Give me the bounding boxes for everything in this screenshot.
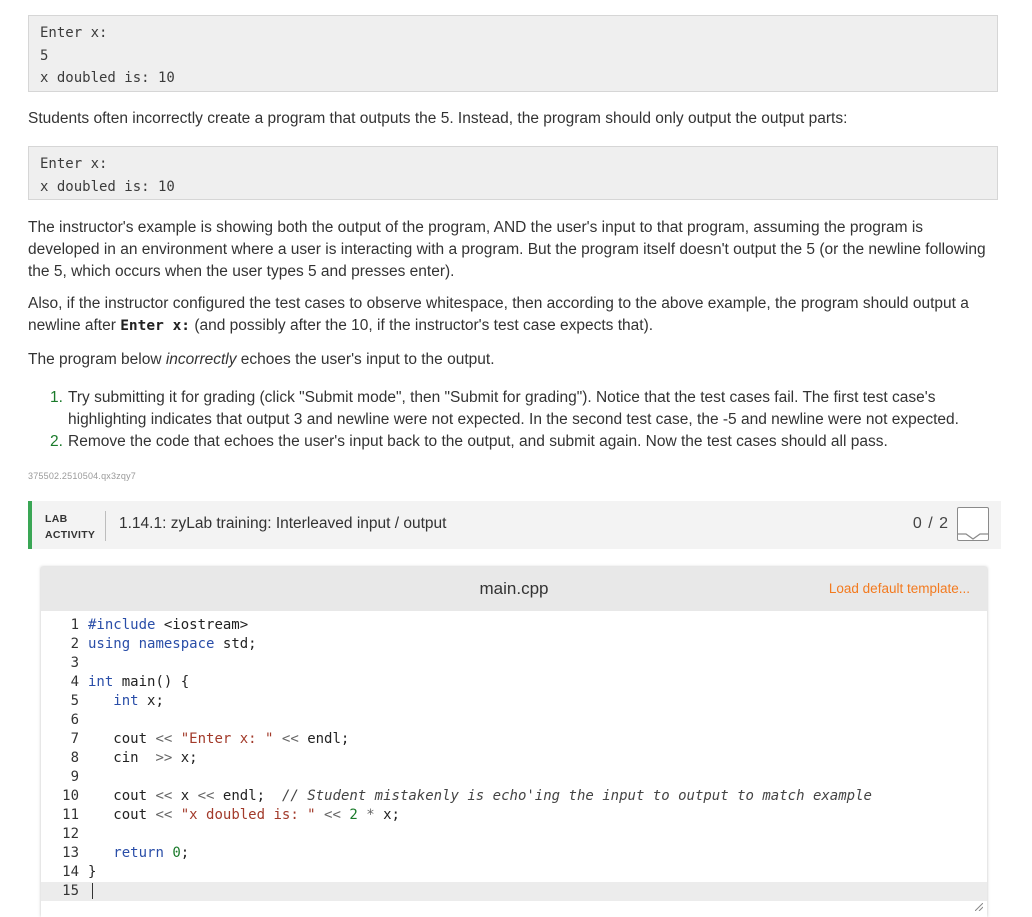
- code-line[interactable]: 13 return 0;: [41, 844, 987, 863]
- code-line[interactable]: 11 cout << "x doubled is: " << 2 * x;: [41, 806, 987, 825]
- editor-toolbar: main.cpp Load default template...: [41, 567, 987, 611]
- inline-code: Enter x:: [120, 318, 191, 334]
- code-line[interactable]: 1 #include <iostream>: [41, 616, 987, 635]
- whitespace-paragraph: Also, if the instructor configured the t…: [28, 295, 969, 334]
- example-line: Enter x:: [40, 25, 108, 41]
- code-line[interactable]: 8 cin >> x;: [41, 749, 987, 768]
- code-editor: main.cpp Load default template... 1 #incl…: [41, 567, 987, 917]
- activity-id: 375502.2510504.qx3zqy7: [28, 471, 136, 481]
- code-line[interactable]: 14}: [41, 863, 987, 882]
- example-line: x doubled is: 10: [40, 178, 175, 195]
- completion-badge-icon: [957, 507, 989, 541]
- example-line: x doubled is: 10: [40, 70, 175, 86]
- code-line[interactable]: 5 int x;: [41, 692, 987, 711]
- lab-activity-header: LAB ACTIVITY 1.14.1: zyLab training: Int…: [28, 501, 1001, 549]
- instruction-steps: 1. Try submitting it for grading (click "…: [28, 387, 988, 453]
- load-default-template-link[interactable]: Load default template...: [829, 581, 970, 596]
- code-line[interactable]: 10 cout << x << endl; // Student mistake…: [41, 787, 987, 806]
- code-line[interactable]: 12: [41, 825, 987, 844]
- divider: [105, 511, 106, 541]
- example-line: Enter x:: [40, 156, 108, 172]
- lab-title: 1.14.1: zyLab training: Interleaved inpu…: [119, 515, 447, 532]
- code-line[interactable]: 4 int main() {: [41, 673, 987, 692]
- code-area[interactable]: 1 #include <iostream> 2 using namespace st…: [41, 616, 987, 901]
- code-line[interactable]: 9: [41, 768, 987, 787]
- step-item: 2. Remove the code that echoes the user's…: [50, 433, 888, 450]
- resize-grip-icon[interactable]: [975, 903, 983, 911]
- program-below-paragraph: The program below incorrectly echoes the…: [28, 351, 495, 368]
- instructor-paragraph: The instructor's example is showing both…: [28, 219, 986, 280]
- step-item: 1. Try submitting it for grading (click "…: [50, 389, 959, 428]
- text-cursor: [92, 883, 93, 899]
- code-line[interactable]: 7 cout << "Enter x: " << endl;: [41, 730, 987, 749]
- example-output-box: Enter x: x doubled is: 10: [28, 146, 998, 200]
- code-line[interactable]: 6: [41, 711, 987, 730]
- lab-activity-tag: LAB ACTIVITY: [45, 513, 96, 541]
- code-line-active[interactable]: 15: [41, 882, 987, 901]
- example-line: 5: [40, 47, 49, 64]
- example-io-box: Enter x: 5 x doubled is: 10: [28, 15, 998, 92]
- students-paragraph: Students often incorrectly create a prog…: [28, 110, 848, 127]
- code-line[interactable]: 2 using namespace std;: [41, 635, 987, 654]
- code-line[interactable]: 3: [41, 654, 987, 673]
- score-label: 0 / 2: [912, 515, 949, 532]
